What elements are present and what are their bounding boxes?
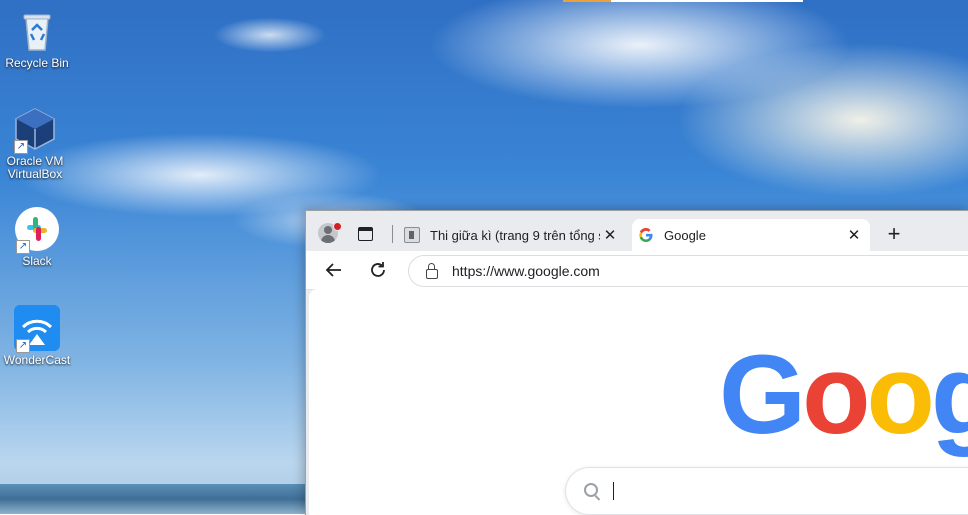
tab-google[interactable]: Google ✕ xyxy=(632,219,870,251)
lock-icon[interactable] xyxy=(426,263,438,279)
tab-exam[interactable]: Thi giữa kì (trang 9 trên tổng số ✕ xyxy=(398,219,626,251)
desktop-icon-label: Slack xyxy=(22,254,52,268)
shortcut-arrow-icon: ↗ xyxy=(14,140,28,154)
slack-icon: ↗ xyxy=(14,206,60,254)
tab-close-button[interactable]: ✕ xyxy=(600,226,620,244)
logo-letter: o xyxy=(866,332,935,457)
tab-close-button[interactable]: ✕ xyxy=(844,226,864,244)
desktop-icon-label: Oracle VM VirtualBox xyxy=(6,154,64,181)
back-button[interactable] xyxy=(322,258,346,282)
google-logo: Google xyxy=(719,339,968,451)
desktop-icon-slack[interactable]: ↗ Slack xyxy=(0,206,74,268)
wondercast-icon: ↗ xyxy=(14,305,60,353)
new-tab-button[interactable]: + xyxy=(882,222,906,246)
logo-letter: G xyxy=(719,332,806,457)
tab-actions-icon[interactable] xyxy=(358,227,373,241)
reload-button[interactable] xyxy=(366,258,390,282)
address-url[interactable]: https://www.google.com xyxy=(452,263,600,279)
recycle-bin-icon xyxy=(14,8,60,54)
page-content: Google xyxy=(309,289,968,515)
reload-icon xyxy=(371,262,385,277)
address-bar[interactable]: https://www.google.com xyxy=(408,255,968,287)
desktop-icon-wondercast[interactable]: ↗ WonderCast xyxy=(0,305,74,367)
desktop-icon-label: Recycle Bin xyxy=(5,56,69,70)
tab-separator xyxy=(392,225,393,243)
desktop-icon-virtualbox[interactable]: ↗ Oracle VM VirtualBox xyxy=(0,106,72,181)
virtualbox-icon: ↗ xyxy=(12,106,58,154)
notification-dot xyxy=(333,222,342,231)
logo-letter: g xyxy=(930,332,968,457)
window-top-edge xyxy=(563,0,803,2)
browser-window: Thi giữa kì (trang 9 trên tổng số ✕ Goog… xyxy=(305,210,968,515)
logo-letter: o xyxy=(802,332,870,457)
desktop-icon-label: WonderCast xyxy=(3,353,71,367)
search-icon xyxy=(584,483,598,497)
tab-bar: Thi giữa kì (trang 9 trên tổng số ✕ Goog… xyxy=(306,211,968,251)
document-favicon-icon xyxy=(404,227,420,243)
tab-title: Thi giữa kì (trang 9 trên tổng số xyxy=(430,227,600,243)
search-input[interactable] xyxy=(565,467,968,515)
shortcut-arrow-icon: ↗ xyxy=(16,240,30,254)
shortcut-arrow-icon: ↗ xyxy=(16,339,30,353)
tab-title: Google xyxy=(664,227,706,243)
google-favicon-icon xyxy=(638,227,654,243)
back-arrow-icon xyxy=(325,263,341,277)
browser-toolbar: https://www.google.com xyxy=(306,251,968,290)
text-cursor xyxy=(613,482,614,500)
desktop-icon-recycle-bin[interactable]: Recycle Bin xyxy=(0,8,74,70)
